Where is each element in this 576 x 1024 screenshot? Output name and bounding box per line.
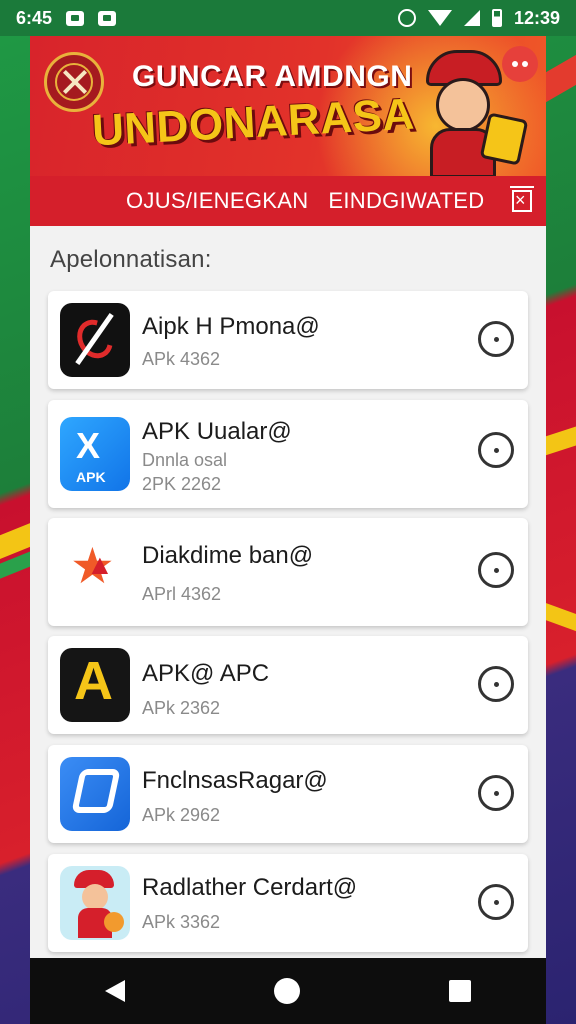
app-meta: APk 2362 <box>142 698 221 718</box>
app-meta: APrl 4362 <box>142 584 222 604</box>
section-title: Apelonnatisan: <box>50 246 212 273</box>
select-radio[interactable] <box>478 884 514 920</box>
status-time-left: 6:45 <box>16 7 53 28</box>
recent-apps-icon[interactable] <box>449 980 472 1002</box>
app-meta: APk 2962 <box>142 805 221 825</box>
status-bar: 6:45 12:39 <box>0 0 576 36</box>
mascot-icon <box>60 866 130 940</box>
list-item[interactable]: Radlather Cerdart@ APk 3362 <box>48 854 528 952</box>
banner-title: GUNCAR AMDNGN <box>132 60 413 93</box>
app-title: Aipk H Pmona@ <box>142 313 320 340</box>
dark-swirl-icon <box>60 303 130 377</box>
status-time-right: 12:39 <box>513 7 560 28</box>
app-window: GUNCAR AMDNGN UNDONARASA OJUS/IENEGKAN E… <box>30 36 546 958</box>
wifi-icon <box>427 10 452 26</box>
app-meta: 2PK 2262 <box>142 474 222 494</box>
battery-icon <box>491 9 502 27</box>
app-meta: APk 4362 <box>142 349 221 369</box>
blue-s-icon <box>60 757 130 831</box>
app-title: APK Uualar@ <box>142 418 292 445</box>
alarm-icon <box>397 9 416 27</box>
banner-subtitle: UNDONARASA <box>90 89 416 156</box>
list-item[interactable]: ★ ▲ Diakdime ban@ APrl 4362 <box>48 518 528 626</box>
select-radio[interactable] <box>478 321 514 357</box>
back-icon[interactable] <box>104 980 125 1002</box>
header-banner: GUNCAR AMDNGN UNDONARASA <box>30 36 546 176</box>
list-item[interactable]: X APK APK Uualar@ Dnnla osal 2PK 2262 <box>48 400 528 508</box>
yellow-a-icon: A <box>60 648 130 722</box>
select-radio[interactable] <box>478 775 514 811</box>
app-title: APK@ APC <box>142 660 270 687</box>
signal-icon <box>463 10 480 26</box>
star-logo-icon: ★ ▲ <box>60 535 130 609</box>
app-title: Radlather Cerdart@ <box>142 874 358 901</box>
select-radio[interactable] <box>478 552 514 588</box>
emblem-logo-icon <box>44 52 104 112</box>
app-meta: APk 3362 <box>142 912 221 932</box>
app-title: FnclnsasRagar@ <box>142 767 328 794</box>
app-meta: Dnnla osal <box>142 450 228 470</box>
delete-icon[interactable] <box>510 186 534 212</box>
tab-eindgiwated[interactable]: EINDGIWATED <box>328 188 484 214</box>
select-radio[interactable] <box>478 432 514 468</box>
more-options-button[interactable] <box>502 46 538 82</box>
select-radio[interactable] <box>478 666 514 702</box>
app-title: Diakdime ban@ <box>142 542 314 569</box>
blue-apk-icon: X APK <box>60 417 130 491</box>
tab-bar: OJUS/IENEGKAN EINDGIWATED <box>30 176 546 226</box>
list-item[interactable]: A APK@ APC APk 2362 <box>48 636 528 734</box>
list-item[interactable]: Aipk H Pmona@ APk 4362 <box>48 291 528 389</box>
navigation-bar <box>30 958 546 1024</box>
notification-icon <box>98 10 117 26</box>
home-icon[interactable] <box>273 978 300 1004</box>
notification-icon <box>66 10 85 26</box>
tab-ojus[interactable]: OJUS/IENEGKAN <box>126 188 308 214</box>
list-item[interactable]: FnclnsasRagar@ APk 2962 <box>48 745 528 843</box>
